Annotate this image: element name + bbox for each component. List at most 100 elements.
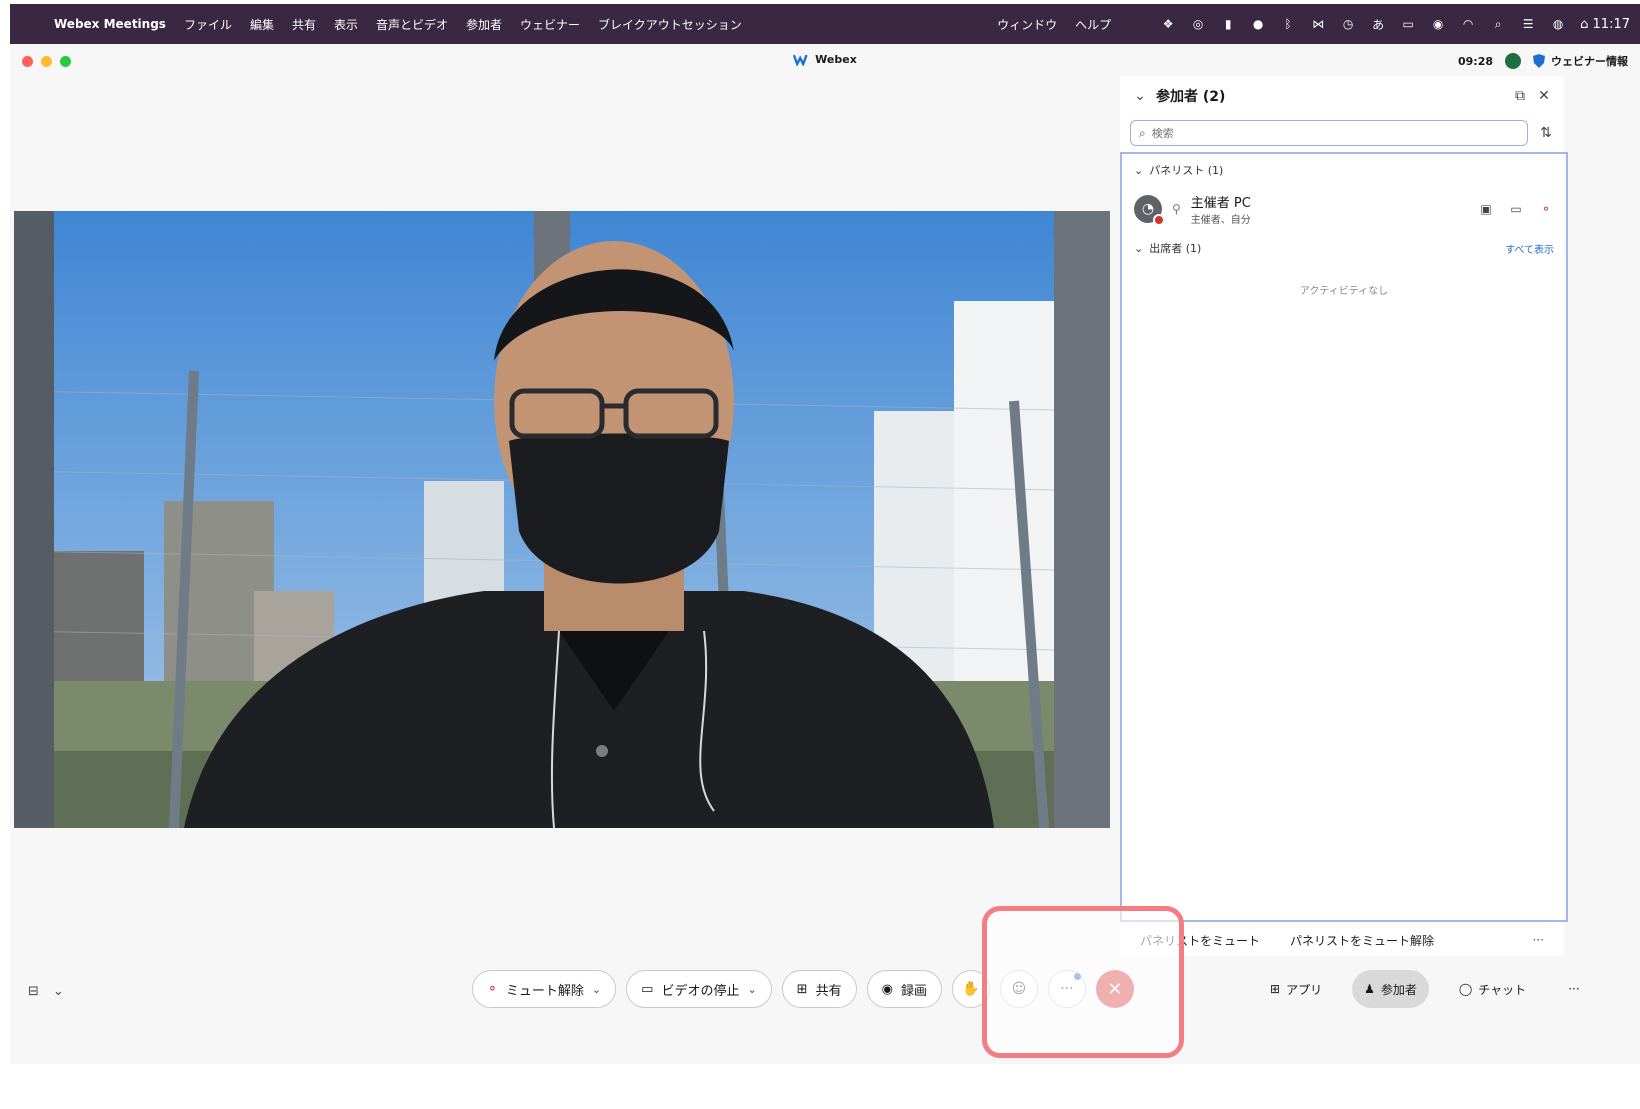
participant-search[interactable]: ⌕ [1130,120,1528,146]
menu-help[interactable]: ヘルプ [1066,16,1120,33]
stop-video-button[interactable]: ▭ ビデオの停止 ⌄ [626,970,772,1008]
bluetooth-icon[interactable]: ᛒ [1280,16,1296,32]
title-bar: Webex 09:28 ウェビナー情報 [10,44,1640,76]
participants-panel: ⌄ 参加者 (2) ⧉ ✕ ⌕ ⇅ ⌄ パネリスト (1) ◔ ⚲ [1120,76,1568,956]
lock-icon: ⌂ [1580,16,1593,32]
menu-clock[interactable]: ⌂ 11:17 [1580,17,1630,32]
notification-icon[interactable]: ▮ [1220,16,1236,32]
close-panel-icon[interactable]: ✕ [1536,88,1552,104]
content-share-icon[interactable]: ▣ [1478,201,1494,217]
menu-window[interactable]: ウィンドウ [988,16,1066,33]
chevron-down-icon[interactable]: ⌄ [747,983,756,996]
panel-more-button[interactable]: ··· [1533,933,1544,947]
panelist-section-label: パネリスト (1) [1149,164,1224,177]
pop-out-icon[interactable]: ⧉ [1512,88,1528,104]
video-feed[interactable] [14,211,1110,828]
clock-text: 11:17 [1592,16,1630,32]
menu-edit[interactable]: 編集 [241,16,283,33]
right-controls: ⊞ アプリ ♟ 参加者 ◯ チャット ··· [1258,970,1592,1008]
attendee-section[interactable]: ⌄ 出席者 (1) すべて表示 [1122,232,1566,264]
chat-button[interactable]: ◯ チャット [1447,970,1538,1008]
window-title: Webex [793,53,857,66]
window-title-text: Webex [815,53,857,66]
participant-role: 主催者、自分 [1190,215,1251,226]
menu-webinar[interactable]: ウェビナー [511,16,589,33]
attendee-section-label: 出席者 (1) [1149,242,1202,255]
end-meeting-button[interactable]: ✕ [1095,970,1134,1008]
menu-share[interactable]: 共有 [283,16,325,33]
show-all-link[interactable]: すべて表示 [1505,241,1554,256]
apps-label: アプリ [1286,982,1323,997]
mic-muted-icon[interactable]: ⚬ [1538,201,1554,217]
layout-controls: ⊟ ⌄ [28,984,64,999]
time-machine-icon[interactable]: ◷ [1340,16,1356,32]
notification-dot [1073,973,1081,980]
search-input[interactable] [1151,126,1519,140]
dropbox-icon[interactable]: ❖ [1160,16,1176,32]
panelist-section[interactable]: ⌄ パネリスト (1) [1122,154,1566,186]
avatar: ◔ [1134,195,1165,226]
record-button[interactable]: ◉ 録画 [866,970,942,1008]
reactions-button[interactable]: ☺ [999,970,1038,1008]
mute-icon[interactable]: ⋈ [1310,16,1326,32]
participant-name: 主催者 PC [1190,196,1251,211]
webinar-info-label: ウェビナー情報 [1551,55,1628,68]
layout-icon[interactable]: ⊟ [28,984,39,999]
zoom-window-button[interactable] [60,56,71,67]
menu-breakout[interactable]: ブレイクアウトセッション [589,16,751,33]
window-controls [22,56,71,67]
panel-header: ⌄ 参加者 (2) ⧉ ✕ [1120,76,1564,116]
participants-icon: ♟ [1364,982,1375,996]
mute-panelists-button[interactable]: パネリストをミュート [1140,932,1260,949]
participant-names: 主催者 PC 主催者、自分 [1191,192,1251,226]
chevron-down-icon[interactable]: ⌄ [53,984,64,999]
unmute-button[interactable]: ⚬ ミュート解除 ⌄ [472,970,617,1008]
chevron-down-icon: ⌄ [1134,241,1144,255]
raise-hand-button[interactable]: ✋ [951,970,990,1008]
sort-icon[interactable]: ⇅ [1538,125,1554,141]
participant-row[interactable]: ◔ ⚲ 主催者 PC 主催者、自分 ▣ ▭ ⚬ [1122,186,1566,232]
participant-list: ⌄ パネリスト (1) ◔ ⚲ 主催者 PC 主催者、自分 ▣ ▭ ⚬ ⌄ 出席… [1120,152,1568,922]
participants-button[interactable]: ♟ 参加者 [1352,970,1429,1008]
messages-icon[interactable]: ● [1250,16,1266,32]
input-method-icon[interactable]: あ [1370,16,1386,32]
battery-icon[interactable]: ▭ [1400,16,1416,32]
search-icon: ⌕ [1139,125,1146,140]
right-more-button[interactable]: ··· [1556,970,1591,1008]
shield-icon [1533,54,1545,68]
collapse-chevron-icon[interactable]: ⌄ [1132,88,1148,104]
network-health-icon[interactable] [1505,53,1521,69]
center-controls: ⚬ ミュート解除 ⌄ ▭ ビデオの停止 ⌄ ⊞ 共有 ◉ 録画 ✋ ☺ ··· … [472,970,1134,1008]
siri-icon[interactable]: ◍ [1550,16,1566,32]
menu-view[interactable]: 表示 [325,16,367,33]
apps-button[interactable]: ⊞ アプリ [1258,970,1334,1008]
unmute-panelists-button[interactable]: パネリストをミュート解除 [1290,932,1434,949]
control-center-icon[interactable]: ☰ [1520,16,1536,32]
host-key-icon: ⚲ [1172,202,1181,216]
user-icon[interactable]: ◉ [1430,16,1446,32]
meeting-controls: ⊟ ⌄ ⚬ ミュート解除 ⌄ ▭ ビデオの停止 ⌄ ⊞ 共有 ◉ 録画 ✋ ☺ … [10,964,1640,1024]
title-right: 09:28 ウェビナー情報 [1458,53,1628,69]
creative-cloud-icon[interactable]: ◎ [1190,16,1206,32]
minimize-window-button[interactable] [41,56,52,67]
spotlight-icon[interactable]: ⌕ [1490,16,1506,32]
chat-icon: ◯ [1458,982,1473,996]
share-button[interactable]: ⊞ 共有 [781,970,857,1008]
wifi-icon[interactable]: ◠ [1460,16,1476,32]
menu-file[interactable]: ファイル [175,16,241,33]
chat-label: チャット [1478,982,1527,997]
webinar-info-button[interactable]: ウェビナー情報 [1533,53,1628,69]
share-label: 共有 [815,983,842,999]
stop-video-label: ビデオの停止 [661,983,740,999]
more-options-button[interactable]: ··· [1047,970,1086,1008]
record-label: 録画 [900,983,927,999]
menu-bar: Webex Meetings ファイル 編集 共有 表示 音声とビデオ 参加者 … [10,4,1640,44]
close-window-button[interactable] [22,56,33,67]
chevron-down-icon[interactable]: ⌄ [592,983,601,996]
menu-app-name[interactable]: Webex Meetings [50,17,175,31]
menu-participants[interactable]: 参加者 [457,16,511,33]
menu-audio-video[interactable]: 音声とビデオ [367,16,457,33]
unmute-label: ミュート解除 [505,983,584,999]
more-label: ··· [1060,981,1074,997]
video-camera-icon[interactable]: ▭ [1508,201,1524,217]
